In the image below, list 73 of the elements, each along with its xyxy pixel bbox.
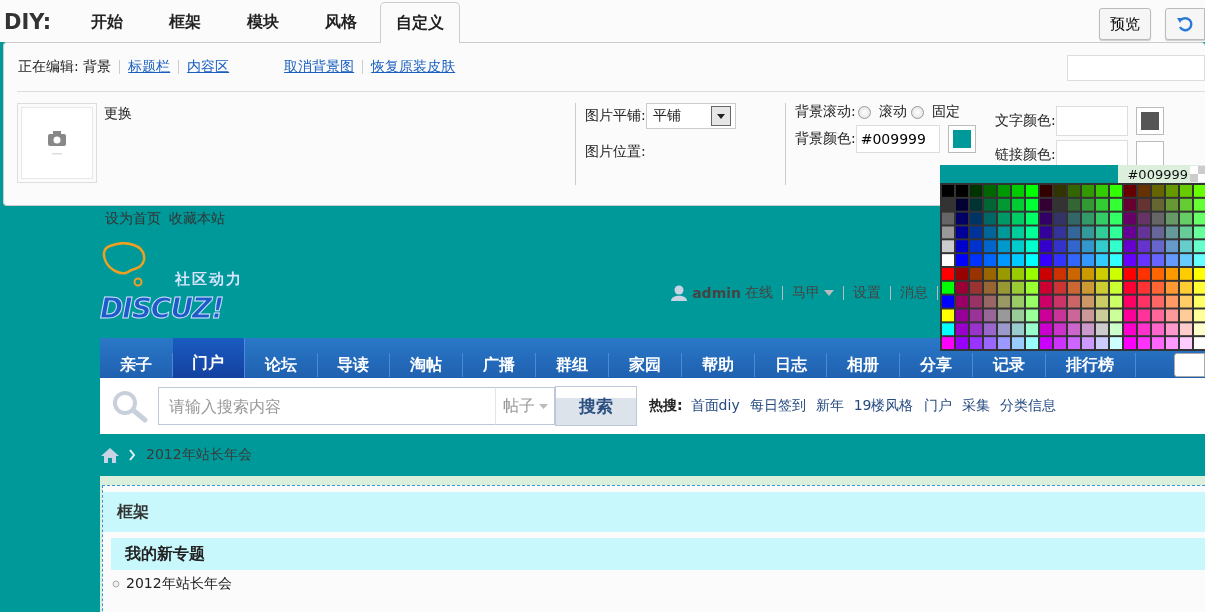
frame-title: 框架 xyxy=(117,501,149,523)
diy-tab[interactable]: 模块 xyxy=(224,2,302,42)
color-swatch[interactable] xyxy=(947,125,976,153)
hot-search-link[interactable]: 分类信息 xyxy=(999,397,1056,415)
hot-search-link[interactable]: 新年 xyxy=(815,397,844,415)
radio-button[interactable] xyxy=(857,105,871,119)
radio-button[interactable] xyxy=(910,105,924,119)
action-link[interactable]: 取消背景图 xyxy=(284,58,355,76)
nav-item[interactable]: 分享 xyxy=(900,353,974,377)
nav-item[interactable]: 相册 xyxy=(827,353,901,377)
nav-item[interactable]: 日志 xyxy=(754,353,828,377)
color-value: #009999 xyxy=(1126,166,1189,182)
hot-search-link[interactable]: 首面diy xyxy=(690,397,740,415)
diy-label: DIY: xyxy=(3,10,53,36)
bullet-icon xyxy=(112,580,120,588)
radio-label: 固定 xyxy=(931,103,960,121)
caret-icon xyxy=(538,403,548,409)
hot-label: 热搜: xyxy=(649,397,683,415)
nav-item[interactable]: 记录 xyxy=(973,353,1046,377)
diy-tab[interactable]: 框架 xyxy=(146,2,224,42)
nav-item[interactable]: 帮助 xyxy=(681,353,755,377)
diy-tab[interactable]: 自定义 xyxy=(380,2,460,43)
field-label: 图片平铺: xyxy=(585,107,646,125)
section-link[interactable]: 标题栏 xyxy=(128,58,171,76)
nav-tab[interactable] xyxy=(1173,353,1205,377)
diy-tab[interactable]: 风格 xyxy=(302,2,380,42)
hot-search-link[interactable]: 每日签到 xyxy=(749,397,806,415)
undo-icon xyxy=(1176,15,1194,33)
nav-item[interactable]: 导读 xyxy=(317,353,391,377)
field-label: 背景滚动: xyxy=(795,103,856,121)
field-label: 链接颜色: xyxy=(995,146,1056,164)
online-status: 在线 xyxy=(745,284,773,302)
preview-button[interactable]: 预览 xyxy=(1099,8,1151,40)
block-title: 我的新专题 xyxy=(125,543,205,565)
image-thumbnail[interactable] xyxy=(17,103,97,183)
camera-icon xyxy=(47,130,67,156)
undo-button[interactable] xyxy=(1165,8,1205,40)
color-field[interactable] xyxy=(1055,106,1128,136)
top-link[interactable]: 设为首页 xyxy=(105,210,161,228)
text-field[interactable] xyxy=(1067,55,1205,81)
nav-item[interactable]: 家园 xyxy=(608,353,682,377)
home-icon xyxy=(100,446,120,464)
field-label: 图片位置: xyxy=(585,143,647,161)
color-field[interactable]: #009999 xyxy=(855,125,940,153)
caret-icon xyxy=(716,113,725,119)
hot-search-link[interactable]: 19楼风格 xyxy=(853,397,914,415)
nav-item[interactable]: 亲子 xyxy=(100,353,173,377)
color-swatch[interactable] xyxy=(1135,107,1164,135)
user-icon xyxy=(670,285,689,301)
nav-item[interactable]: 群组 xyxy=(536,353,609,377)
editing-label: 正在编辑: 背景 xyxy=(18,58,112,76)
section-link[interactable]: 内容区 xyxy=(187,58,230,76)
radio-label: 滚动 xyxy=(878,103,907,121)
tile-select[interactable]: 平铺 xyxy=(645,103,736,129)
nav-item[interactable]: 排行榜 xyxy=(1046,353,1136,377)
nav-item[interactable]: 广播 xyxy=(463,353,537,377)
search-icon xyxy=(110,389,150,423)
breadcrumb-link[interactable]: 2012年站长年会 xyxy=(146,446,252,464)
list-link[interactable]: 2012年站长年会 xyxy=(126,575,232,593)
field-label: 背景颜色: xyxy=(795,130,856,148)
hot-search-link[interactable]: 采集 xyxy=(961,397,990,415)
action-link[interactable]: 恢复原装皮肤 xyxy=(371,58,456,76)
nav-item[interactable]: 论坛 xyxy=(244,353,318,377)
top-link[interactable]: 收藏本站 xyxy=(169,210,225,228)
chevron-icon xyxy=(128,449,136,461)
search-field[interactable]: 请输入搜索内容 xyxy=(158,387,495,425)
nav-item[interactable]: 门户 xyxy=(172,338,245,378)
search-button[interactable]: 搜索 xyxy=(555,386,637,426)
hot-search-link[interactable]: 门户 xyxy=(923,397,952,415)
field-label: 文字颜色: xyxy=(995,112,1056,130)
diy-tab[interactable]: 开始 xyxy=(68,2,146,42)
change-link[interactable]: 更换 xyxy=(97,105,575,185)
nav-item[interactable]: 淘帖 xyxy=(390,353,464,377)
